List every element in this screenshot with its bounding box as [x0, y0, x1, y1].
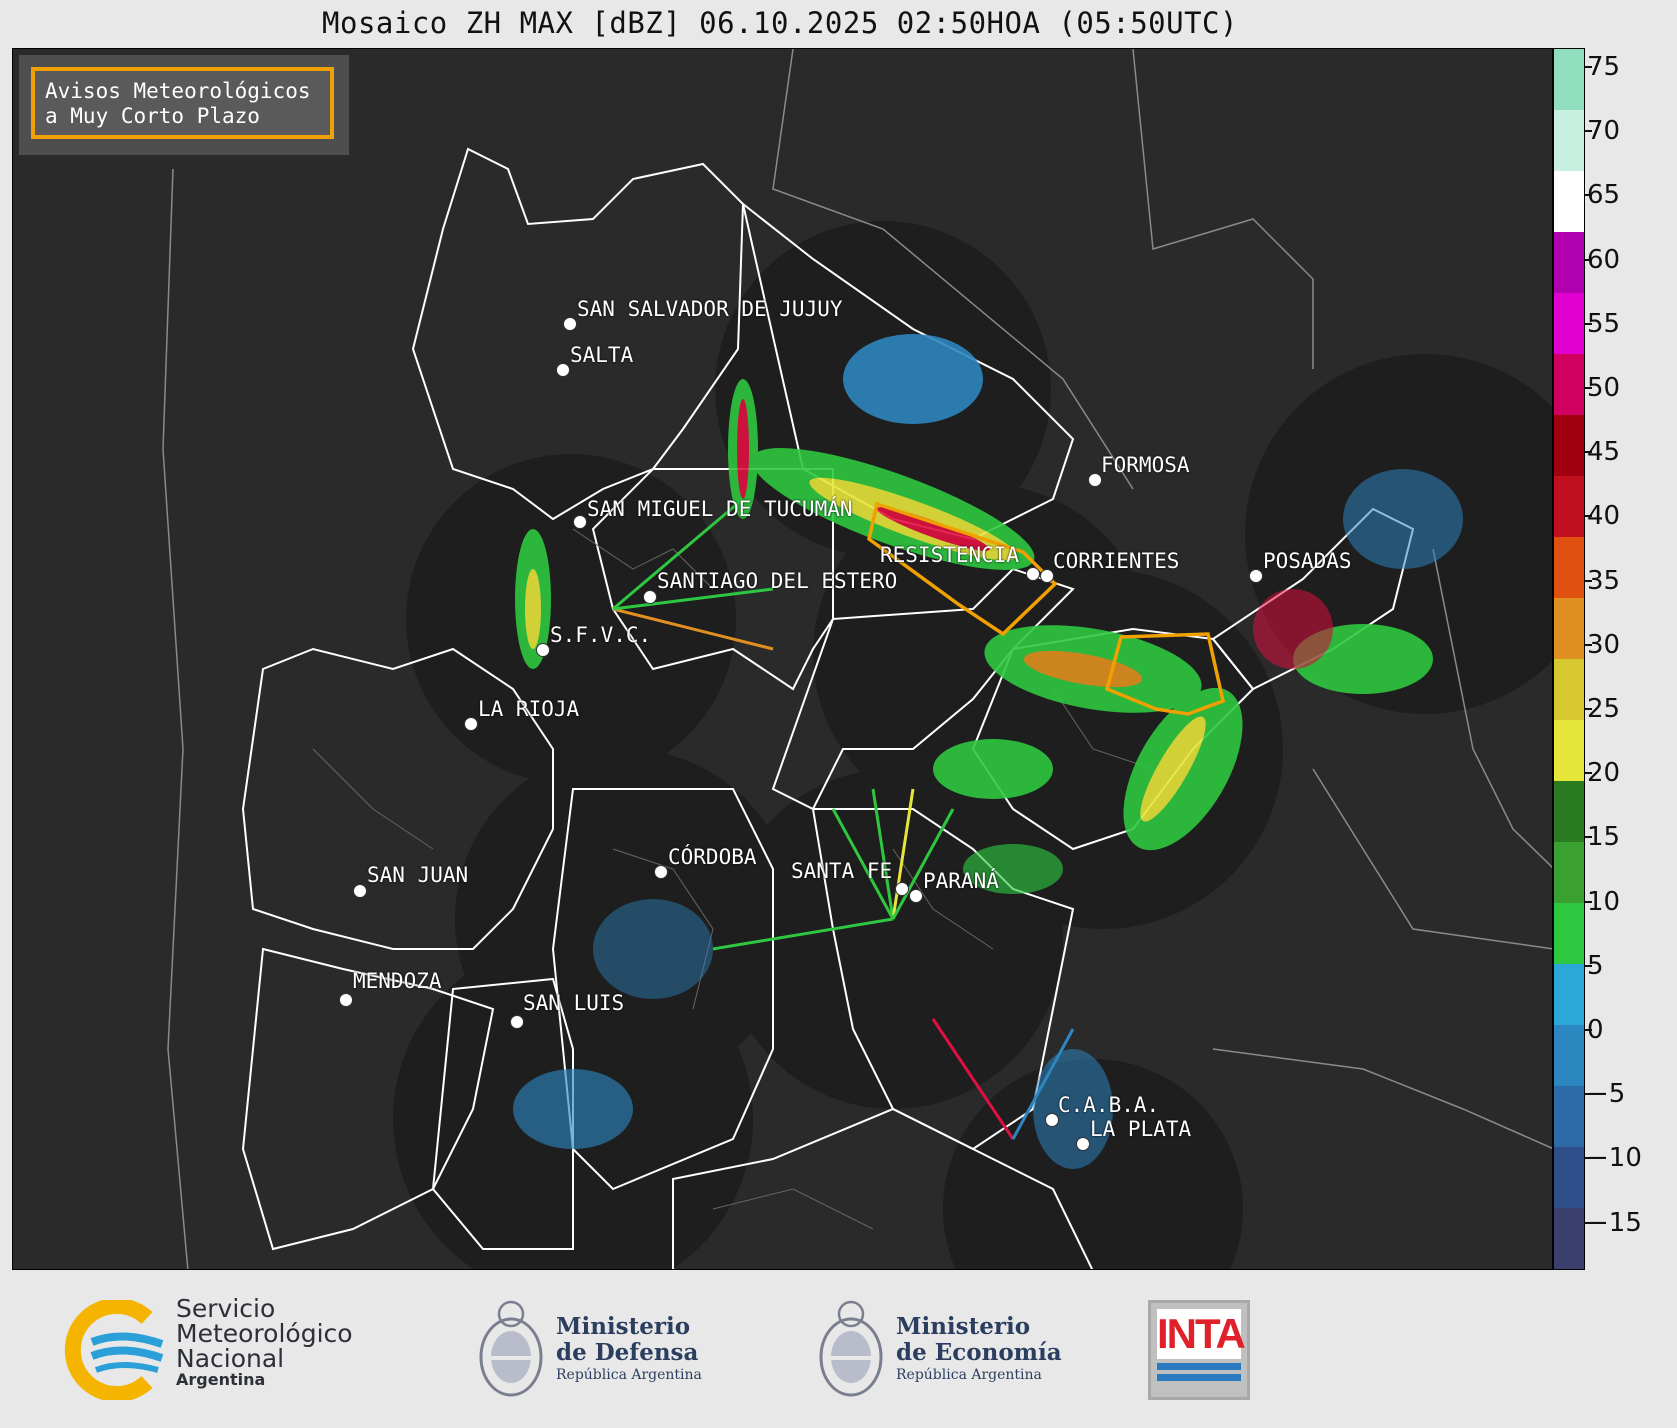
city-label: SAN MIGUEL DE TUCUMÁN: [587, 497, 853, 521]
inta-stripe: [1157, 1363, 1241, 1370]
echo-blob: [737, 399, 749, 499]
colorbar-tick: 25: [1583, 694, 1621, 724]
smn-logo-icon: [64, 1300, 164, 1400]
colorbar-tick: 75: [1583, 52, 1621, 82]
city-label: CORRIENTES: [1053, 549, 1180, 573]
city-label: SANTA FE: [791, 859, 893, 883]
echo-blob: [513, 1069, 633, 1149]
city-dot[interactable]: [1045, 1113, 1059, 1127]
city-label: LA RIOJA: [478, 697, 580, 721]
colorbar-tick: −5: [1583, 1079, 1626, 1110]
city-label: SALTA: [570, 343, 634, 367]
city-dot[interactable]: [1076, 1137, 1090, 1151]
city-label: PARANÁ: [923, 869, 999, 893]
city-label: S.F.V.C.: [550, 623, 652, 647]
colorbar-tick: −15: [1584, 1207, 1642, 1238]
colorbar-tick: 5: [1584, 950, 1604, 981]
colorbar-tick: 45: [1583, 437, 1621, 468]
colorbar-tick: 60: [1583, 244, 1621, 275]
avisos-button[interactable]: Avisos Meteorológicos a Muy Corto Plazo: [31, 67, 334, 139]
city-dot[interactable]: [464, 717, 478, 731]
city-dot[interactable]: [510, 1015, 524, 1029]
city-dot[interactable]: [556, 363, 570, 377]
colorbar-tick: 15: [1583, 822, 1621, 853]
city-label: SANTIAGO DEL ESTERO: [657, 569, 898, 593]
city-label: SAN LUIS: [523, 991, 625, 1015]
smn-line4: Argentina: [176, 1370, 266, 1389]
colorbar-tick: −10: [1584, 1143, 1642, 1174]
city-dot[interactable]: [339, 993, 353, 1007]
economia-line1: Ministerio: [896, 1313, 1031, 1340]
city-dot[interactable]: [654, 865, 668, 879]
echo-blob: [525, 569, 541, 649]
colorbar-tick: 35: [1583, 565, 1621, 596]
city-dot[interactable]: [643, 590, 657, 604]
colorbar-tick: 0: [1584, 1015, 1604, 1045]
avisos-line2: a Muy Corto Plazo: [45, 104, 260, 128]
colorbar-tick: 20: [1583, 758, 1621, 789]
city-label: SAN JUAN: [367, 863, 469, 887]
colorbar-tick: 50: [1583, 373, 1621, 403]
inta-wordmark: INTA: [1157, 1309, 1246, 1359]
colorbar-tick: 65: [1583, 180, 1621, 211]
echo-blob: [843, 334, 983, 424]
radar-map[interactable]: Avisos Meteorológicos a Muy Corto Plazo …: [12, 48, 1553, 1270]
map-canvas: [162, 49, 1552, 1269]
city-dot[interactable]: [563, 317, 577, 331]
inta-stripe: [1157, 1374, 1241, 1381]
economia-line2: de Economía: [896, 1339, 1062, 1366]
defensa-line1: Ministerio: [556, 1313, 691, 1340]
city-dot[interactable]: [573, 515, 587, 529]
city-dot[interactable]: [909, 889, 923, 903]
defensa-name: Ministerio de Defensa República Argentin…: [556, 1314, 702, 1384]
city-dot[interactable]: [1088, 473, 1102, 487]
avisos-panel: Avisos Meteorológicos a Muy Corto Plazo: [19, 55, 349, 155]
city-label: SAN SALVADOR DE JUJUY: [577, 297, 843, 321]
colorbar-tick: 40: [1583, 501, 1621, 532]
coat-of-arms-icon: [479, 1300, 543, 1397]
footer: Servicio Meteorológico Nacional Argentin…: [0, 1272, 1677, 1428]
economia-name: Ministerio de Economía República Argenti…: [896, 1314, 1062, 1384]
smn-line2: Meteorológico: [176, 1319, 353, 1348]
inta-logo: INTA: [1148, 1300, 1250, 1400]
city-dot[interactable]: [353, 884, 367, 898]
smn-name: Servicio Meteorológico Nacional Argentin…: [176, 1296, 353, 1389]
echo-blob: [593, 899, 713, 999]
city-label: LA PLATA: [1090, 1117, 1192, 1141]
coat-of-arms-icon: [819, 1300, 883, 1397]
city-label: POSADAS: [1263, 549, 1352, 573]
city-label: CÓRDOBA: [668, 845, 757, 869]
city-dot[interactable]: [1040, 569, 1054, 583]
echo-blob: [1343, 469, 1463, 569]
city-label: RESISTENCIA: [880, 543, 1020, 567]
colorbar-tick: 70: [1583, 116, 1621, 147]
map-title: Mosaico ZH MAX [dBZ] 06.10.2025 02:50HOA…: [322, 6, 1238, 40]
dbz-colorbar: [1553, 48, 1585, 1270]
city-dot[interactable]: [895, 882, 909, 896]
city-dot[interactable]: [1249, 569, 1263, 583]
city-dot[interactable]: [536, 643, 550, 657]
colorbar-tick: 55: [1583, 308, 1621, 339]
economia-line3: República Argentina: [896, 1367, 1042, 1383]
defensa-line2: de Defensa: [556, 1339, 699, 1366]
defensa-line3: República Argentina: [556, 1367, 702, 1383]
city-label: FORMOSA: [1101, 453, 1190, 477]
colorbar-tick: 30: [1583, 629, 1621, 660]
echo-blob: [933, 739, 1053, 799]
echo-blob: [1253, 589, 1333, 669]
avisos-line1: Avisos Meteorológicos: [45, 79, 311, 103]
colorbar-tick: 10: [1583, 886, 1621, 917]
city-label: MENDOZA: [353, 969, 442, 993]
city-label: C.A.B.A.: [1058, 1093, 1160, 1117]
smn-line1: Servicio: [176, 1294, 276, 1323]
smn-line3: Nacional: [176, 1344, 285, 1373]
city-dot[interactable]: [1026, 567, 1040, 581]
